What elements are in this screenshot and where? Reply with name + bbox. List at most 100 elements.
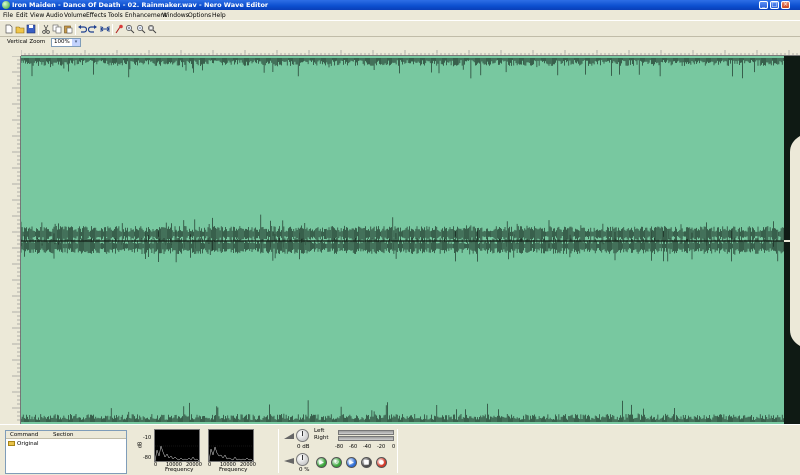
marker-button[interactable] (114, 24, 124, 34)
meter-tick: -60 (349, 444, 358, 450)
new-file-icon (5, 24, 13, 34)
folder-icon (8, 441, 15, 446)
zoom-out-button[interactable] (136, 24, 146, 34)
redo-button[interactable] (88, 24, 98, 34)
waveform-area (0, 48, 800, 424)
cut-button[interactable] (41, 24, 51, 34)
save-icon (26, 24, 36, 34)
record-button[interactable]: ● (376, 457, 387, 468)
copy-icon (52, 24, 62, 34)
menu-edit[interactable]: Edit (16, 12, 28, 19)
spectrum-y-max: -10 (143, 435, 152, 441)
command-list[interactable]: Command Section Original (5, 430, 127, 474)
command-list-header: Command Section (6, 431, 126, 439)
zoom-in-button[interactable] (125, 24, 135, 34)
undo-icon (78, 25, 87, 33)
open-button[interactable] (15, 24, 25, 34)
volume-db-value: 0 dB (297, 444, 310, 450)
scissors-icon (42, 24, 50, 34)
spectrum-x-label: Frequency (165, 467, 194, 473)
close-button[interactable]: × (781, 1, 790, 9)
meter-tick: -20 (377, 444, 386, 450)
undo-button[interactable] (77, 24, 87, 34)
spectrum-x-tick: 0 (154, 462, 158, 468)
waveform-display (21, 56, 784, 424)
spectrum-x-tick: 0 (208, 462, 212, 468)
meter-tick: 0 (392, 444, 396, 450)
column-section[interactable]: Section (53, 432, 73, 438)
right-channel-label: Right (314, 435, 329, 441)
amplitude-ruler (0, 55, 21, 424)
toolbar (0, 20, 800, 37)
vertical-zoom-value: 100% (54, 39, 70, 45)
maximize-button[interactable]: □ (770, 1, 779, 9)
open-folder-icon (15, 26, 25, 34)
app-icon (2, 1, 10, 9)
menu-bar: File Edit View Audio Volume Effects Tool… (0, 10, 800, 20)
window-title: Iron Maiden - Dance Of Death - 02. Rainm… (12, 1, 269, 9)
zoom-in-icon (126, 25, 135, 34)
menu-view[interactable]: View (30, 12, 44, 19)
time-ruler[interactable] (20, 48, 800, 56)
spectrum-analyzer-left (154, 429, 200, 462)
play-selection-button[interactable]: ▶ (346, 457, 357, 468)
marker-pin-icon (115, 24, 123, 34)
level-meter-right (338, 436, 394, 441)
save-button[interactable] (26, 24, 36, 34)
pan-icon (284, 458, 294, 464)
vertical-zoom-label: Vertical Zoom (7, 39, 46, 45)
time-ruler-ticks (20, 50, 798, 56)
zoom-out-icon (137, 25, 146, 34)
panel-separator (397, 429, 398, 473)
play-loop-button[interactable]: ↻ (331, 457, 342, 468)
menu-enhancement[interactable]: Enhancement (125, 12, 167, 19)
list-item[interactable]: Original (8, 441, 39, 449)
balance-knob[interactable] (296, 453, 309, 466)
menu-windows[interactable]: Windows (162, 12, 189, 19)
spectrum-y-unit: dB (137, 441, 144, 449)
toolbar-separator (75, 24, 76, 35)
level-meter-left (338, 430, 394, 435)
waveform-end-region (784, 56, 800, 424)
title-bar: Iron Maiden - Dance Of Death - 02. Rainm… (0, 0, 800, 10)
menu-audio[interactable]: Audio (46, 12, 63, 19)
amplitude-ruler-ticks (12, 55, 21, 421)
spectrum-x-label: Frequency (219, 467, 248, 473)
copy-button[interactable] (52, 24, 62, 34)
column-command[interactable]: Command (10, 432, 38, 438)
chevron-down-icon[interactable]: ▾ (72, 39, 80, 46)
balance-percent-value: 0 % (299, 467, 310, 473)
spectrum-trace-left (155, 445, 199, 461)
bottom-panel: Command Section Original -10 -80 dB 0 10… (0, 424, 800, 475)
spectrum-trace-right (209, 445, 253, 461)
waveform-end-marks (784, 56, 800, 424)
stop-button[interactable]: ■ (361, 457, 372, 468)
fit-horizontal-button[interactable] (100, 24, 110, 34)
left-channel-label: Left (314, 428, 325, 434)
fit-horizontal-icon (100, 26, 110, 32)
volume-knob[interactable] (296, 429, 309, 442)
meter-tick: -40 (363, 444, 372, 450)
menu-effects[interactable]: Effects (86, 12, 106, 19)
zoom-fit-icon (148, 25, 157, 34)
new-file-button[interactable] (4, 24, 14, 34)
spectrum-analyzer-right (208, 429, 254, 462)
waveform-canvas[interactable] (21, 56, 784, 424)
paste-button[interactable] (63, 24, 73, 34)
play-button[interactable]: ▶ (316, 457, 327, 468)
zoom-bar: Vertical Zoom 100% ▾ (0, 37, 800, 48)
menu-help[interactable]: Help (212, 12, 226, 19)
toolbar-separator (112, 24, 113, 35)
toolbar-separator (38, 24, 39, 35)
command-name: Original (17, 441, 39, 447)
menu-options[interactable]: Options (188, 12, 211, 19)
volume-slope-icon (284, 433, 294, 439)
menu-file[interactable]: File (3, 12, 13, 19)
redo-icon (88, 25, 97, 33)
menu-volume[interactable]: Volume (64, 12, 86, 19)
zoom-fit-button[interactable] (147, 24, 157, 34)
minimize-button[interactable]: _ (759, 1, 768, 9)
meter-tick: -80 (335, 444, 344, 450)
vertical-zoom-select[interactable]: 100% ▾ (51, 38, 81, 47)
menu-tools[interactable]: Tools (108, 12, 123, 19)
